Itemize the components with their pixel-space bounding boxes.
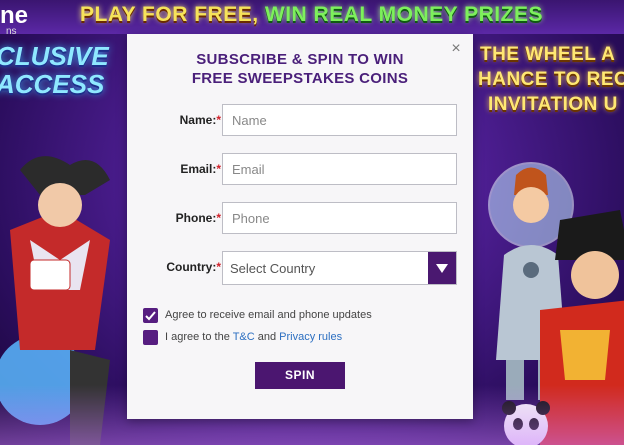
terms-link[interactable]: T&C	[233, 331, 255, 343]
subscribe-modal: × SUBSCRIBE & SPIN TO WIN FREE SWEEPSTAK…	[127, 34, 473, 419]
required-marker: *	[216, 162, 221, 176]
phone-label: Phone:*	[175, 211, 221, 225]
chevron-down-icon	[436, 264, 448, 273]
terms-consent-label: I agree to the T&C and Privacy rules	[165, 331, 343, 343]
phone-field[interactable]	[222, 202, 457, 234]
logo-subtext: ns	[6, 26, 17, 37]
country-label: Country:*	[166, 260, 221, 274]
checkmark-icon	[145, 311, 156, 321]
banner-part1: PLAY FOR FREE,	[80, 3, 259, 26]
promo-left-text: CLUSIVE ACCESS	[0, 42, 126, 98]
dropdown-toggle[interactable]	[428, 252, 456, 284]
updates-checkbox[interactable]	[143, 308, 158, 323]
email-row: Email:*	[127, 153, 473, 187]
privacy-link[interactable]: Privacy rules	[279, 331, 342, 343]
modal-title: SUBSCRIBE & SPIN TO WIN FREE SWEEPSTAKES…	[127, 50, 473, 88]
top-banner: ne ns PLAY FOR FREE, WIN REAL MONEY PRIZ…	[0, 0, 624, 37]
email-field[interactable]	[222, 153, 457, 185]
updates-consent-label: Agree to receive email and phone updates	[165, 309, 372, 321]
promo-right-line2: HANCE TO REC	[478, 69, 624, 90]
name-label: Name:*	[179, 113, 221, 127]
banner-part2: WIN REAL MONEY PRIZES	[264, 3, 543, 26]
modal-title-line1: SUBSCRIBE & SPIN TO WIN	[196, 51, 404, 68]
required-marker: *	[216, 211, 221, 225]
name-field[interactable]	[222, 104, 457, 136]
required-marker: *	[216, 260, 221, 274]
email-label: Email:*	[180, 162, 221, 176]
spin-button[interactable]: SPIN	[255, 362, 345, 389]
terms-checkbox[interactable]	[143, 330, 158, 345]
country-select-value: Select Country	[230, 261, 316, 276]
banner-headline: PLAY FOR FREE, WIN REAL MONEY PRIZES	[80, 3, 542, 27]
modal-title-line2: FREE SWEEPSTAKES COINS	[191, 70, 409, 87]
name-row: Name:*	[127, 104, 473, 138]
promo-left-line2: ACCESS	[0, 69, 105, 99]
phone-row: Phone:*	[127, 202, 473, 236]
promo-right-text: THE WHEEL A HANCE TO REC INVITATION U	[478, 42, 624, 117]
promo-right-line1: THE WHEEL A	[480, 44, 616, 65]
country-row: Country:* Select Country	[127, 251, 473, 285]
required-marker: *	[216, 113, 221, 127]
promo-right-line3: INVITATION U	[488, 94, 618, 115]
promo-left-line1: CLUSIVE	[0, 41, 109, 71]
country-select[interactable]: Select Country	[222, 251, 457, 285]
